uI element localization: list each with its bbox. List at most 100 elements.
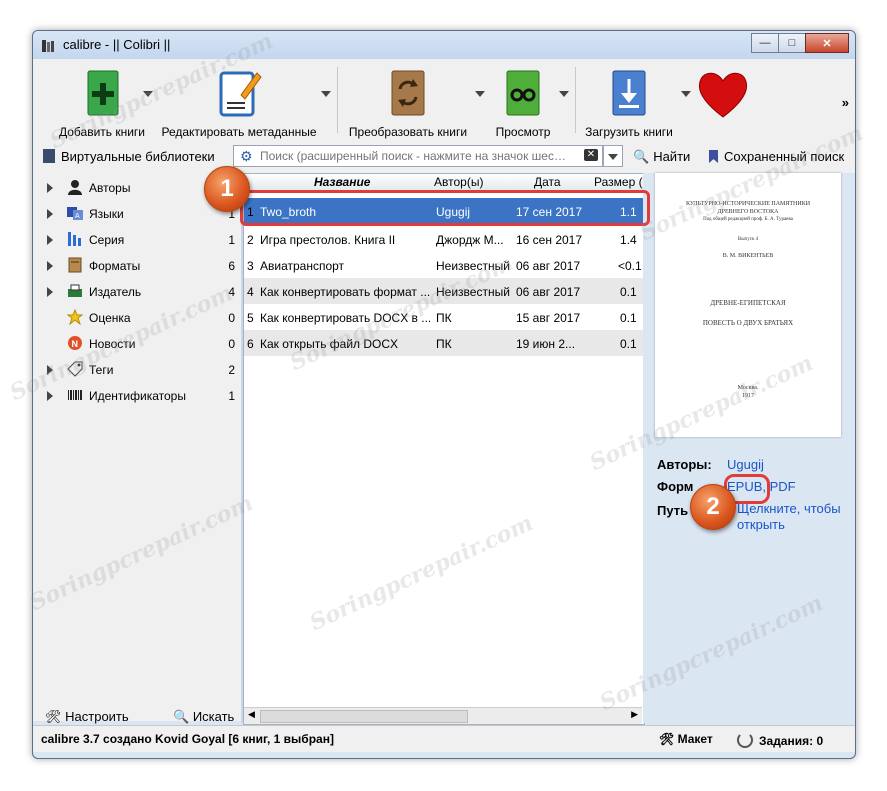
edit-metadata-icon: [219, 71, 262, 117]
cover-text: ПОВЕСТЬ О ДВУХ БРАТЬЯХ: [702, 319, 794, 327]
column-header-date[interactable]: Дата: [534, 175, 594, 189]
clear-search-icon[interactable]: ✕: [584, 149, 598, 161]
tag-browser-item-label: Форматы: [89, 259, 141, 273]
heart-icon[interactable]: [695, 69, 751, 119]
barcode-icon: [68, 390, 82, 400]
search-input[interactable]: [258, 147, 578, 165]
add-book-icon: [87, 70, 119, 116]
view-dropdown[interactable]: [559, 91, 569, 97]
tag-browser-item-identifiers[interactable]: Идентификаторы 1: [33, 383, 241, 409]
download-books-button[interactable]: Загрузить книги: [581, 67, 677, 139]
convert-books-label: Преобразовать книги: [348, 125, 468, 139]
jobs-button[interactable]: Задания: 0: [737, 732, 823, 748]
edit-metadata-button[interactable]: Редактировать метаданные: [159, 67, 319, 139]
series-icon: [68, 232, 81, 246]
tag-browser-item-publisher[interactable]: Издатель 4: [33, 279, 241, 305]
minimize-button[interactable]: —: [751, 33, 779, 53]
add-books-dropdown[interactable]: [143, 91, 153, 97]
tag-browser-item-formats[interactable]: Форматы 6: [33, 253, 241, 279]
tag-browser-item-series[interactable]: Серия 1: [33, 227, 241, 253]
virtual-libraries-button[interactable]: Виртуальные библиотеки: [43, 149, 215, 164]
book-author: Джордж М...: [436, 233, 504, 247]
more-toolbar-button[interactable]: »: [842, 95, 849, 110]
tag-find-button[interactable]: 🔍 Искать: [173, 709, 234, 725]
edit-metadata-label: Редактировать метаданные: [161, 125, 317, 139]
tag-browser-item-label: Языки: [89, 207, 124, 221]
expand-arrow-icon[interactable]: [47, 209, 53, 219]
tag-browser-item-tags[interactable]: Теги 2: [33, 357, 241, 383]
tag-browser-item-rating[interactable]: Оценка 0: [33, 305, 241, 331]
cover-text: ДРЕВНЕ-ЕГИПЕТСКАЯ: [710, 299, 786, 307]
scroll-right-icon[interactable]: ▶: [631, 709, 638, 720]
cover-text: ДРЕВНЕГО ВОСТОКА: [717, 209, 779, 215]
status-bar: calibre 3.7 создано Kovid Goyal [6 книг,…: [33, 725, 855, 752]
cover-text: В. М. ВИКЕНТЬЕВ: [722, 253, 774, 259]
tag-browser-item-count: 4: [228, 285, 235, 299]
table-row[interactable]: 2 Игра престолов. Книга II Джордж М... 1…: [244, 226, 644, 252]
author-link[interactable]: Ugugij: [727, 457, 764, 472]
find-label: Найти: [653, 149, 691, 164]
scroll-left-icon[interactable]: ◀: [248, 709, 255, 720]
jobs-label: Задания: 0: [759, 734, 824, 748]
path-link-continued[interactable]: открыть: [737, 517, 785, 532]
right-splitter[interactable]: [643, 173, 653, 723]
column-header-author[interactable]: Автор(ы): [434, 175, 512, 189]
expand-arrow-icon[interactable]: [47, 235, 53, 245]
column-header-title[interactable]: Название: [314, 175, 444, 189]
horizontal-scrollbar[interactable]: ◀ ▶: [244, 707, 642, 724]
book-author: Неизвестный: [436, 259, 510, 273]
table-row[interactable]: 6 Как открыть файл DOCX ПК 19 июн 2... 0…: [244, 330, 644, 356]
expand-arrow-icon[interactable]: [47, 365, 53, 375]
search-box[interactable]: ⚙ ✕: [233, 145, 603, 167]
book-cover[interactable]: КУЛЬТУРНО-ИСТОРИЧЕСКИЕ ПАМЯТНИКИ ДРЕВНЕГ…: [655, 173, 841, 437]
tools-icon: 🛠: [45, 709, 62, 724]
layout-label: Макет: [677, 732, 713, 746]
table-row[interactable]: 5 Как конвертировать DOCX в ... ПК 15 ав…: [244, 304, 644, 330]
book-size: 0.1: [620, 285, 637, 299]
expand-arrow-icon[interactable]: [47, 261, 53, 271]
book-title: Авиатранспорт: [260, 259, 345, 273]
table-row[interactable]: 4 Как конвертировать формат ... Неизвест…: [244, 278, 644, 304]
find-button[interactable]: 🔍 Найти: [633, 149, 690, 165]
tag-browser-item-count: 0: [228, 337, 235, 351]
book-author: ПК: [436, 311, 452, 325]
scrollbar-thumb[interactable]: [260, 710, 468, 723]
layout-button[interactable]: 🛠 Макет: [659, 732, 713, 746]
tag-browser-item-count: 0: [228, 311, 235, 325]
tag-browser-item-count: 1: [228, 233, 235, 247]
view-button[interactable]: Просмотр: [487, 67, 559, 139]
table-row[interactable]: 3 Авиатранспорт Неизвестный 06 авг 2017 …: [244, 252, 644, 278]
download-books-dropdown[interactable]: [681, 91, 691, 97]
maximize-button[interactable]: □: [778, 33, 806, 53]
row-number: 6: [247, 337, 254, 351]
convert-books-dropdown[interactable]: [475, 91, 485, 97]
book-date: 06 авг 2017: [516, 285, 581, 299]
edit-metadata-dropdown[interactable]: [321, 91, 331, 97]
path-label: Путь: [657, 503, 689, 518]
close-button[interactable]: ✕: [805, 33, 849, 53]
configure-button[interactable]: 🛠 Настроить: [45, 709, 129, 725]
status-text: calibre 3.7 создано Kovid Goyal [6 книг,…: [41, 732, 334, 746]
convert-books-button[interactable]: Преобразовать книги: [345, 67, 471, 139]
book-author: ПК: [436, 337, 452, 351]
title-bar: calibre - || Colibri || — □ ✕: [33, 31, 855, 59]
calibre-window: calibre - || Colibri || — □ ✕ Добавить к…: [32, 30, 856, 759]
tag-browser-item-label: Серия: [89, 233, 125, 247]
expand-arrow-icon[interactable]: [47, 391, 53, 401]
tag-browser-item-news[interactable]: N Новости 0: [33, 331, 241, 357]
tag-browser-item-label: Издатель: [89, 285, 142, 299]
column-header-size[interactable]: Размер (: [594, 175, 644, 189]
gear-icon[interactable]: ⚙: [240, 148, 253, 165]
search-history-dropdown[interactable]: [603, 145, 623, 167]
news-icon: N: [68, 336, 82, 350]
expand-arrow-icon[interactable]: [47, 183, 53, 193]
book-title: Как открыть файл DOCX: [260, 337, 399, 351]
expand-arrow-icon[interactable]: [47, 287, 53, 297]
toolbar-separator: [337, 67, 338, 133]
saved-search-button[interactable]: Сохраненный поиск: [709, 149, 844, 164]
step-badge-1: 1: [204, 166, 250, 212]
tag-browser-item-label: Теги: [89, 363, 114, 377]
add-books-button[interactable]: Добавить книги: [47, 67, 157, 139]
star-icon: [67, 309, 83, 325]
book-date: 19 июн 2...: [516, 337, 576, 351]
